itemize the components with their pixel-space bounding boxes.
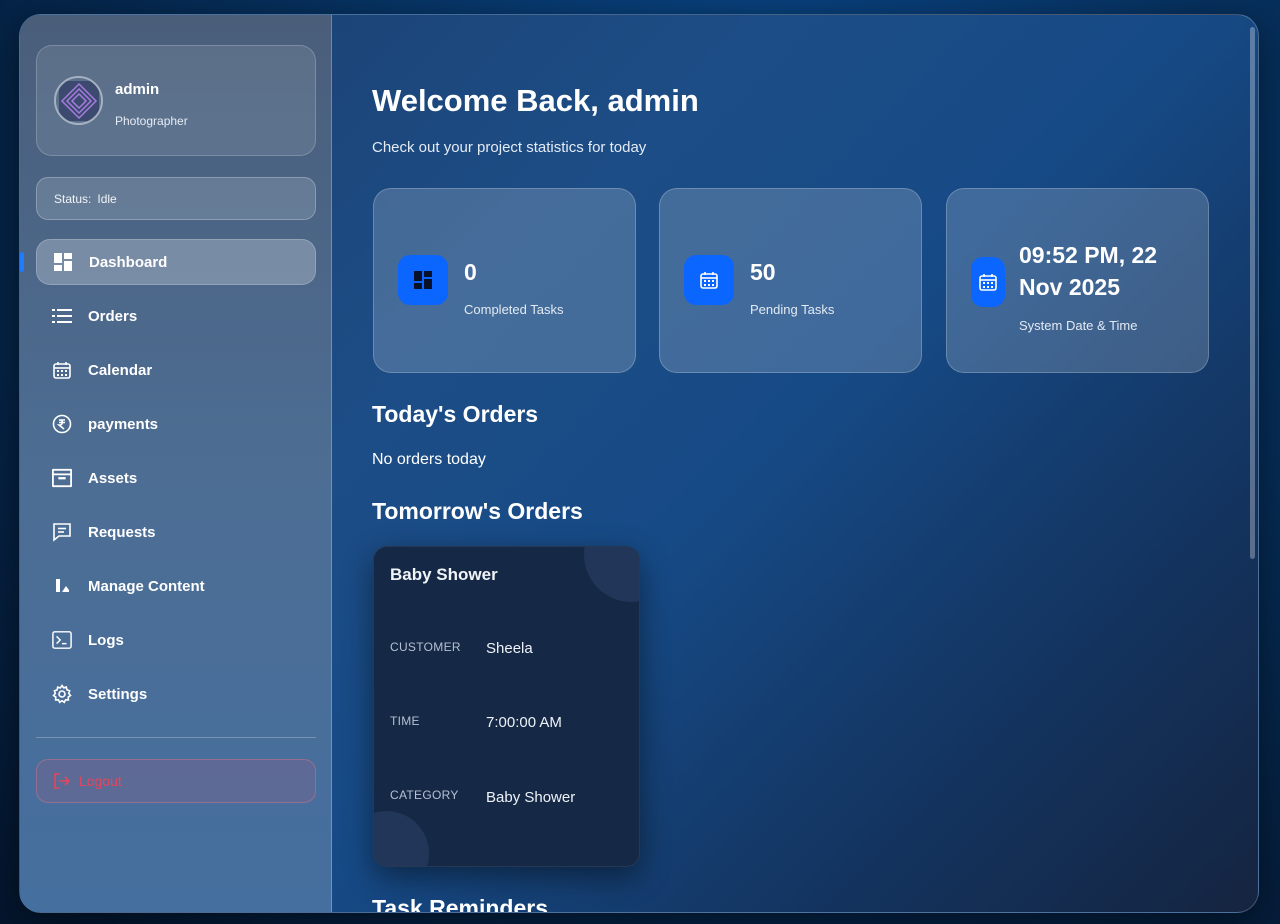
calendar-icon: [52, 360, 72, 380]
page-subtitle: Check out your project statistics for to…: [372, 139, 647, 156]
sidebar-item-logs[interactable]: Logs: [36, 617, 316, 663]
sidebar-item-settings[interactable]: Settings: [36, 671, 316, 717]
calendar-icon: [971, 257, 1005, 307]
sidebar-item-label: Calendar: [88, 361, 153, 379]
task-reminders-heading: Task Reminders: [372, 895, 548, 913]
dashboard-icon: [53, 252, 73, 272]
status-indicator: Status: Idle: [36, 177, 316, 220]
sidebar-item-manage-content[interactable]: Manage Content: [36, 563, 316, 609]
order-title: Baby Shower: [390, 565, 498, 584]
stat-label: Pending Tasks: [750, 302, 835, 317]
logout-label: Logout: [79, 773, 122, 789]
profile-card: admin Photographer: [36, 45, 316, 156]
avatar[interactable]: [54, 76, 103, 125]
stat-value: 0: [464, 259, 477, 285]
stat-value: 09:52 PM, 22 Nov 2025: [1019, 242, 1158, 300]
gear-icon: [52, 684, 72, 704]
card-decoration: [584, 547, 639, 602]
sidebar-item-label: Assets: [88, 469, 138, 487]
order-customer-label: CUSTOMER: [390, 640, 461, 654]
active-nav-marker: [20, 252, 24, 272]
tomorrow-orders-heading: Tomorrow's Orders: [372, 498, 583, 524]
order-time-label: TIME: [390, 714, 420, 728]
logout-button[interactable]: Logout: [36, 759, 316, 803]
sidebar: admin Photographer Status: Idle Dashboard…: [20, 15, 332, 912]
archive-icon: [52, 468, 72, 488]
sidebar-divider: [36, 737, 316, 738]
content-icon: [52, 576, 72, 596]
sidebar-item-orders[interactable]: Orders: [36, 293, 316, 339]
profile-name: admin: [115, 81, 160, 98]
terminal-icon: [52, 630, 72, 650]
order-card[interactable]: Baby Shower CUSTOMER Sheela TIME 7:00:00…: [373, 546, 640, 867]
avatar-logo-icon: [58, 80, 99, 121]
stat-value: 50: [750, 259, 776, 285]
stat-label: System Date & Time: [1019, 318, 1138, 333]
stat-card-completed: 0 Completed Tasks: [373, 188, 636, 373]
sidebar-item-label: payments: [88, 415, 159, 433]
app-window: admin Photographer Status: Idle Dashboard…: [19, 14, 1259, 913]
list-icon: [52, 306, 72, 326]
order-category-value: Baby Shower: [486, 789, 576, 806]
sidebar-item-label: Manage Content: [88, 577, 205, 595]
dashboard-icon: [398, 255, 448, 305]
logout-icon: [53, 772, 71, 790]
stat-label: Completed Tasks: [464, 302, 564, 317]
order-customer-value: Sheela: [486, 640, 533, 657]
sidebar-item-calendar[interactable]: Calendar: [36, 347, 316, 393]
stat-card-pending: 50 Pending Tasks: [659, 188, 922, 373]
stat-card-datetime: 09:52 PM, 22 Nov 2025 System Date & Time: [946, 188, 1209, 373]
status-label: Status:: [54, 192, 92, 206]
order-time-value: 7:00:00 AM: [486, 714, 562, 731]
scrollbar[interactable]: [1250, 27, 1255, 559]
page-title: Welcome Back, admin: [372, 83, 699, 118]
sidebar-item-label: Requests: [88, 523, 156, 541]
sidebar-item-label: Dashboard: [89, 253, 168, 271]
order-category-label: CATEGORY: [390, 788, 459, 802]
card-decoration: [374, 811, 429, 866]
profile-role: Photographer: [115, 114, 188, 128]
sidebar-item-label: Logs: [88, 631, 124, 649]
main-content: Welcome Back, admin Check out your proje…: [333, 15, 1258, 912]
sidebar-item-requests[interactable]: Requests: [36, 509, 316, 555]
status-value: Idle: [97, 192, 117, 206]
sidebar-item-label: Settings: [88, 685, 148, 703]
message-icon: [52, 522, 72, 542]
today-orders-heading: Today's Orders: [372, 401, 539, 427]
sidebar-item-dashboard[interactable]: Dashboard: [36, 239, 316, 285]
sidebar-item-assets[interactable]: Assets: [36, 455, 316, 501]
sidebar-item-label: Orders: [88, 307, 138, 325]
rupee-icon: [52, 414, 72, 434]
today-orders-empty: No orders today: [372, 451, 486, 468]
sidebar-item-payments[interactable]: payments: [36, 401, 316, 447]
calendar-icon: [684, 255, 734, 305]
